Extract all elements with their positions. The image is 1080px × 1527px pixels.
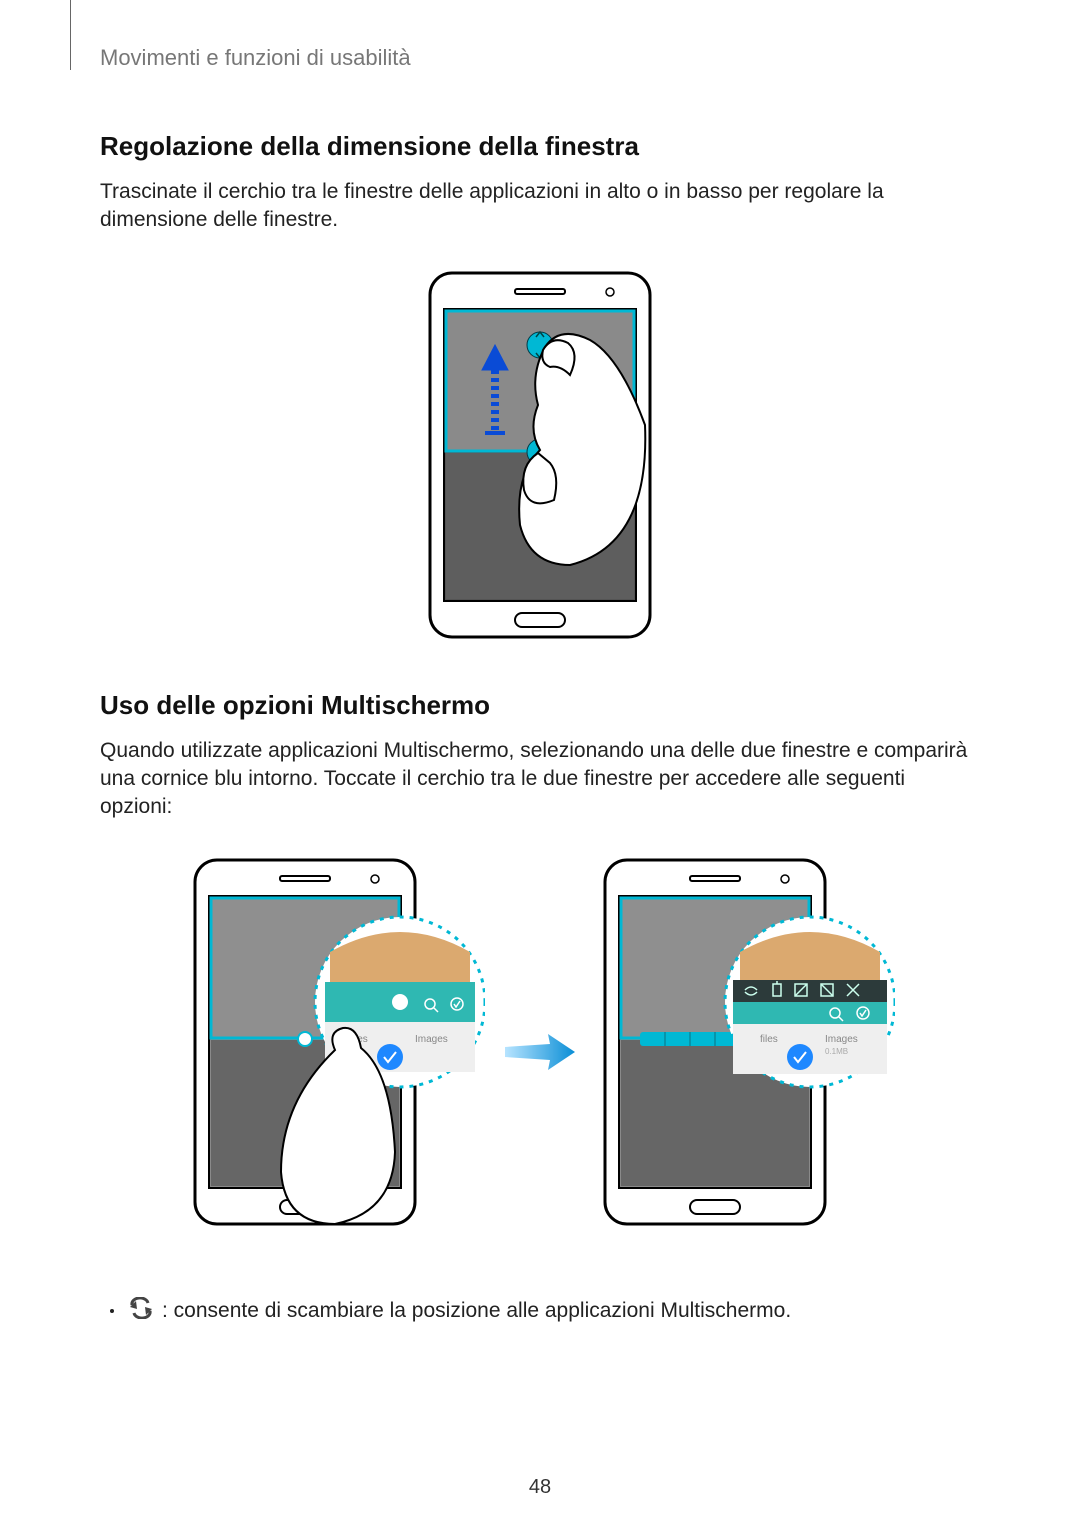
svg-text:Images: Images [825, 1034, 858, 1045]
section-1-title: Regolazione della dimensione della fines… [100, 131, 980, 162]
section-1-body: Trascinate il cerchio tra le finestre de… [100, 178, 980, 235]
bullet-swap-text: : consente di scambiare la posizione all… [162, 1299, 791, 1323]
running-header: Movimenti e funzioni di usabilità [100, 45, 980, 71]
phone-illustration-drag [420, 265, 660, 650]
section-2-body: Quando utilizzate applicazioni Multische… [100, 737, 980, 822]
bullet-dot-icon [110, 1309, 114, 1313]
figure-2-row: files Images [100, 852, 980, 1257]
phone-illustration-options: files Images 0.1MB [595, 852, 895, 1257]
right-arrow-icon [505, 1032, 575, 1077]
svg-text:files: files [760, 1034, 778, 1045]
page: Movimenti e funzioni di usabilità Regola… [0, 0, 1080, 1527]
swap-icon [128, 1297, 154, 1325]
page-number: 48 [0, 1476, 1080, 1499]
svg-text:0.1MB: 0.1MB [825, 1047, 848, 1056]
left-margin-rule [70, 0, 71, 70]
svg-text:Images: Images [415, 1034, 448, 1045]
figure-1-row [100, 265, 980, 650]
bullet-swap: : consente di scambiare la posizione all… [100, 1297, 980, 1325]
phone-illustration-tap: files Images [185, 852, 485, 1257]
section-2-title: Uso delle opzioni Multischermo [100, 690, 980, 721]
